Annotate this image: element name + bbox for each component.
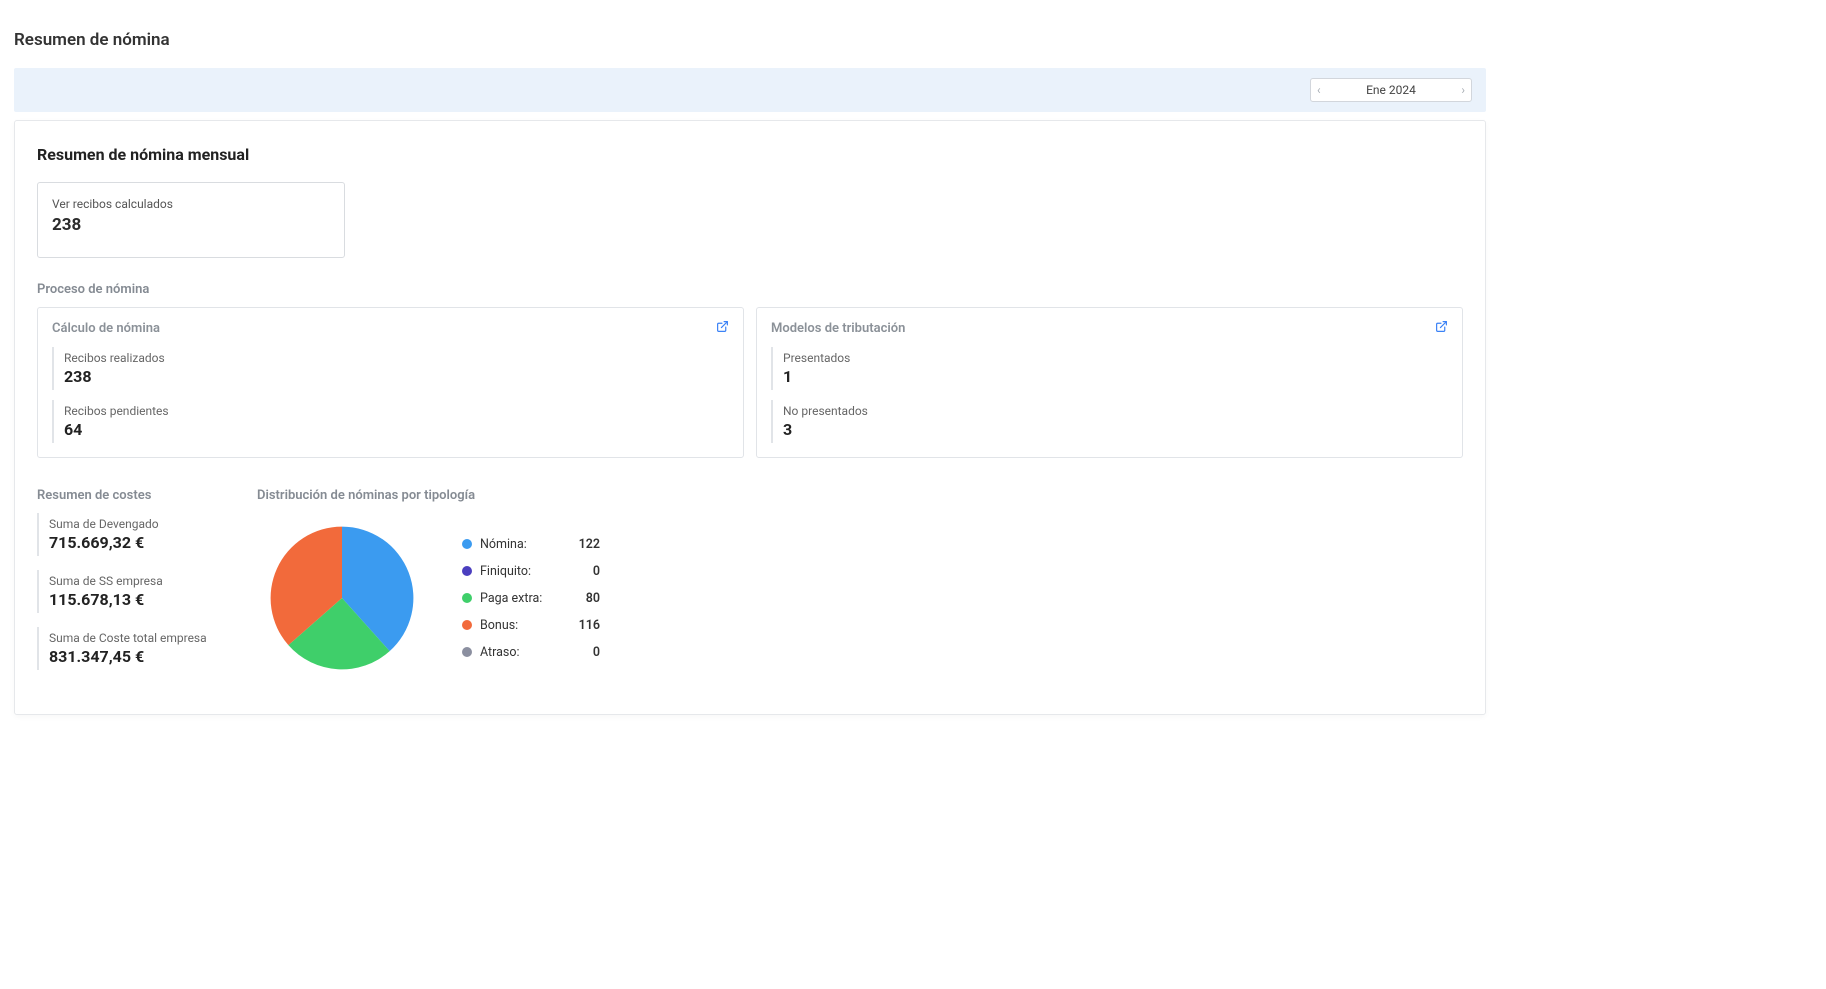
legend-label: Bonus: — [480, 618, 560, 633]
tax-card: Modelos de tributación Presentados 1 No … — [756, 307, 1463, 458]
main-card: Resumen de nómina mensual Ver recibos ca… — [14, 120, 1486, 715]
legend-row: Bonus:116 — [462, 618, 600, 633]
legend-row: Paga extra:80 — [462, 591, 600, 606]
open-icon[interactable] — [1435, 320, 1448, 337]
receipts-box[interactable]: Ver recibos calculados 238 — [37, 182, 345, 258]
stat-value: 831.347,45 € — [49, 647, 227, 666]
calc-done: Recibos realizados 238 — [52, 347, 729, 390]
legend-dot-icon — [462, 620, 472, 630]
legend-value: 0 — [560, 564, 600, 579]
legend-label: Finiquito: — [480, 564, 560, 579]
stat-value: 64 — [64, 420, 729, 439]
section-title: Resumen de nómina mensual — [37, 145, 1463, 164]
receipts-value: 238 — [52, 215, 330, 235]
legend-dot-icon — [462, 647, 472, 657]
pie-chart — [257, 513, 427, 683]
tax-not-presented: No presentados 3 — [771, 400, 1448, 443]
legend-row: Finiquito:0 — [462, 564, 600, 579]
stat-label: Suma de SS empresa — [49, 574, 227, 588]
process-title: Proceso de nómina — [37, 282, 1463, 297]
legend-row: Nómina:122 — [462, 537, 600, 552]
tax-presented: Presentados 1 — [771, 347, 1448, 390]
stat-value: 715.669,32 € — [49, 533, 227, 552]
legend-label: Atraso: — [480, 645, 560, 660]
stat-value: 115.678,13 € — [49, 590, 227, 609]
calc-pending: Recibos pendientes 64 — [52, 400, 729, 443]
stat-label: Suma de Devengado — [49, 517, 227, 531]
stat-label: Presentados — [783, 351, 1448, 365]
legend-value: 80 — [560, 591, 600, 606]
stat-label: No presentados — [783, 404, 1448, 418]
cost-ss: Suma de SS empresa 115.678,13 € — [37, 570, 227, 613]
stat-label: Suma de Coste total empresa — [49, 631, 227, 645]
chart-legend: Nómina:122Finiquito:0Paga extra:80Bonus:… — [462, 537, 600, 660]
legend-value: 122 — [560, 537, 600, 552]
stat-label: Recibos realizados — [64, 351, 729, 365]
legend-dot-icon — [462, 593, 472, 603]
stat-value: 3 — [783, 420, 1448, 439]
legend-row: Atraso:0 — [462, 645, 600, 660]
legend-label: Nómina: — [480, 537, 560, 552]
legend-dot-icon — [462, 539, 472, 549]
legend-value: 0 — [560, 645, 600, 660]
stat-value: 238 — [64, 367, 729, 386]
stat-label: Recibos pendientes — [64, 404, 729, 418]
legend-dot-icon — [462, 566, 472, 576]
page-title: Resumen de nómina — [14, 0, 1486, 68]
calc-title: Cálculo de nómina — [52, 321, 160, 336]
calc-card: Cálculo de nómina Recibos realizados 238… — [37, 307, 744, 458]
topbar: ‹ Ene 2024 › — [14, 68, 1486, 112]
month-picker[interactable]: ‹ Ene 2024 › — [1310, 78, 1472, 102]
chevron-left-icon[interactable]: ‹ — [1317, 83, 1321, 97]
costs-title: Resumen de costes — [37, 488, 227, 503]
tax-title: Modelos de tributación — [771, 321, 905, 336]
cost-total: Suma de Coste total empresa 831.347,45 € — [37, 627, 227, 670]
legend-value: 116 — [560, 618, 600, 633]
open-icon[interactable] — [716, 320, 729, 337]
chevron-right-icon[interactable]: › — [1461, 83, 1465, 97]
month-label: Ene 2024 — [1366, 83, 1416, 97]
chart-title: Distribución de nóminas por tipología — [257, 488, 600, 503]
stat-value: 1 — [783, 367, 1448, 386]
cost-devengado: Suma de Devengado 715.669,32 € — [37, 513, 227, 556]
receipts-label: Ver recibos calculados — [52, 197, 330, 211]
legend-label: Paga extra: — [480, 591, 560, 606]
